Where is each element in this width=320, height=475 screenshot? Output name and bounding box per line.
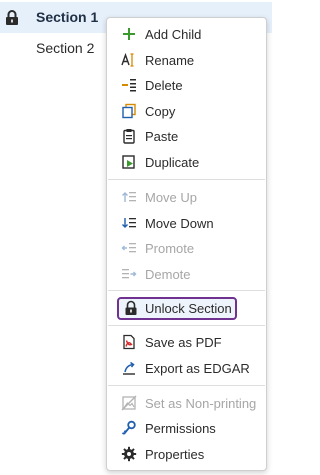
menu-item-label: Properties: [145, 447, 205, 462]
paste-icon: [123, 129, 135, 144]
menu-separator: [108, 179, 265, 180]
menu-item-label: Paste: [145, 129, 179, 144]
pdf-icon: [123, 334, 135, 350]
menu-item-label: Copy: [145, 104, 176, 119]
menu-item-paste[interactable]: Paste: [107, 124, 266, 149]
menu-item-properties[interactable]: Properties: [107, 442, 266, 467]
delete-icon: [122, 79, 136, 92]
menu-item-unlock-section[interactable]: Unlock Section: [107, 296, 266, 321]
menu-separator: [108, 290, 265, 291]
menu-item-save-as-pdf[interactable]: Save as PDF: [107, 330, 266, 355]
export-icon: [123, 361, 135, 375]
menu-item-set-as-non-printing[interactable]: Set as Non-printing: [107, 391, 266, 416]
gear-icon: [121, 446, 137, 462]
menu-separator: [108, 385, 265, 386]
menu-item-label: Move Down: [145, 216, 214, 231]
move-down-icon: [122, 218, 136, 228]
menu-item-label: Save as PDF: [145, 335, 222, 350]
unlock-icon: [125, 300, 137, 315]
menu-item-export-as-edgar[interactable]: Export as EDGAR: [107, 356, 266, 381]
menu-item-duplicate[interactable]: Duplicate: [107, 150, 266, 175]
menu-item-label: Set as Non-printing: [145, 396, 257, 411]
move-up-icon: [122, 192, 136, 202]
tree-item-label: Section 2: [36, 40, 95, 56]
menu-item-add-child[interactable]: Add Child: [107, 22, 266, 47]
lock-icon: [6, 10, 18, 25]
promote-icon: [121, 243, 136, 253]
menu-item-label: Add Child: [145, 27, 202, 42]
rename-icon: [121, 52, 134, 67]
tree-item-label: Section 1: [36, 9, 99, 25]
menu-item-label: Export as EDGAR: [145, 361, 250, 376]
menu-item-copy[interactable]: Copy: [107, 99, 266, 124]
menu-item-delete[interactable]: Delete: [107, 73, 266, 98]
menu-item-label: Move Up: [145, 190, 198, 205]
menu-item-demote[interactable]: Demote: [107, 262, 266, 287]
menu-item-promote[interactable]: Promote: [107, 236, 266, 261]
menu-item-label: Demote: [145, 267, 191, 282]
menu-item-permissions[interactable]: Permissions: [107, 416, 266, 441]
menu-item-move-down[interactable]: Move Down: [107, 211, 266, 236]
context-menu: Add Child Rename Delete Copy Paste Dupli…: [106, 17, 267, 471]
duplicate-icon: [122, 155, 135, 169]
key-icon: [121, 420, 136, 435]
menu-item-label: Unlock Section: [145, 301, 232, 316]
non-printing-icon: [121, 395, 137, 411]
menu-item-move-up[interactable]: Move Up: [107, 185, 266, 210]
menu-item-label: Delete: [145, 78, 183, 93]
menu-separator: [108, 325, 265, 326]
menu-item-label: Promote: [145, 241, 195, 256]
copy-icon: [122, 103, 136, 119]
demote-icon: [122, 269, 137, 279]
menu-item-label: Duplicate: [145, 155, 200, 170]
menu-item-rename[interactable]: Rename: [107, 48, 266, 73]
plus-icon: [123, 28, 135, 40]
menu-item-label: Permissions: [145, 421, 216, 436]
menu-item-label: Rename: [145, 53, 195, 68]
